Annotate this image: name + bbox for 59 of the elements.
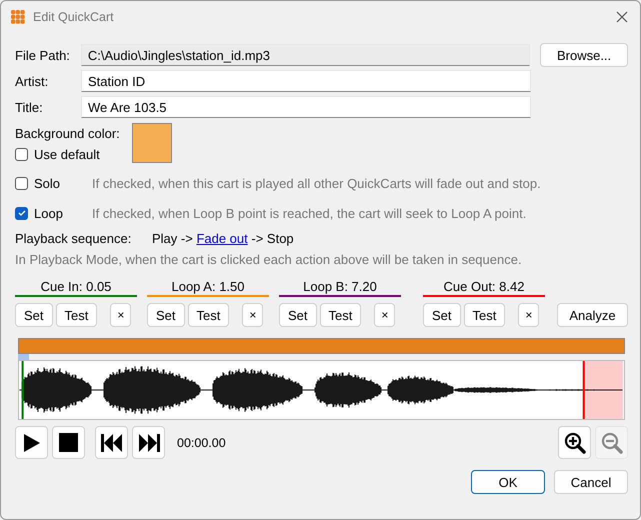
time-display: 00:00.00 — [177, 436, 226, 450]
zoom-in-icon — [564, 432, 586, 454]
play-icon — [22, 432, 40, 452]
checkbox-label: Solo — [34, 176, 62, 190]
start-marker-line[interactable] — [22, 361, 24, 419]
analyze-button[interactable]: Analyze — [557, 303, 628, 327]
check-icon — [16, 208, 26, 218]
set-button[interactable]: Set — [147, 303, 185, 327]
option-hint: If checked, when this cart is played all other QuickCarts will fade out and stop. — [92, 176, 541, 190]
checkbox[interactable] — [15, 206, 28, 220]
background-color-label: Background color: — [15, 126, 120, 141]
ok-button[interactable]: OK — [471, 470, 545, 494]
checkbox[interactable] — [15, 176, 28, 190]
set-button[interactable]: Set — [423, 303, 461, 327]
zoom-in-button[interactable] — [558, 426, 591, 459]
clear-button[interactable]: × — [110, 303, 132, 327]
browse-button[interactable]: Browse... — [540, 43, 628, 67]
text-field[interactable]: Station ID — [81, 70, 531, 92]
marker-label: Loop B: 7.20 — [279, 279, 401, 297]
marker-label: Cue Out: 8.42 — [423, 279, 545, 297]
scroll-thumb[interactable] — [18, 354, 29, 360]
fade-out-link[interactable]: Fade out — [196, 231, 248, 246]
end-region — [584, 361, 623, 419]
clear-button[interactable]: × — [374, 303, 396, 327]
playback-hint: In Playback Mode, when the cart is clicked each action above will be taken in sequence. — [15, 252, 523, 267]
set-button[interactable]: Set — [15, 303, 53, 327]
marker-label: Loop A: 1.50 — [147, 279, 269, 297]
field-label: File Path: — [15, 48, 71, 62]
zoom-out-icon — [600, 432, 622, 454]
option-hint: If checked, when Loop B point is reached, the cart will seek to Loop A point. — [92, 206, 526, 220]
end-marker-line[interactable] — [582, 361, 585, 419]
skip-forward-icon — [138, 434, 160, 452]
skip-back-icon — [100, 434, 122, 452]
test-button[interactable]: Test — [56, 303, 98, 327]
set-button[interactable]: Set — [279, 303, 317, 327]
clear-button[interactable]: × — [518, 303, 540, 327]
clear-button[interactable]: × — [242, 303, 264, 327]
field-label: Artist: — [15, 74, 50, 88]
close-icon[interactable] — [616, 10, 628, 22]
stop-button[interactable] — [52, 426, 85, 459]
text-field[interactable]: We Are 103.5 — [81, 96, 531, 118]
playback-label: Playback sequence: — [15, 231, 132, 246]
field-label: Title: — [15, 100, 44, 114]
play-button[interactable] — [15, 426, 48, 459]
test-button[interactable]: Test — [320, 303, 362, 327]
stop-icon — [59, 433, 78, 452]
checkbox-label: Loop — [34, 206, 64, 220]
marker-label: Cue In: 0.05 — [15, 279, 137, 297]
cancel-button[interactable]: Cancel — [554, 470, 628, 494]
test-button[interactable]: Test — [188, 303, 230, 327]
test-button[interactable]: Test — [464, 303, 506, 327]
window-title: Edit QuickCart — [33, 10, 115, 24]
prev-button[interactable] — [95, 426, 128, 459]
next-button[interactable] — [132, 426, 165, 459]
checkbox[interactable] — [15, 148, 28, 161]
playback-sequence: Play -> Fade out -> Stop — [152, 231, 294, 246]
checkbox-label: Use default — [34, 147, 100, 162]
grid-icon — [11, 10, 25, 24]
color-swatch[interactable] — [132, 123, 172, 163]
